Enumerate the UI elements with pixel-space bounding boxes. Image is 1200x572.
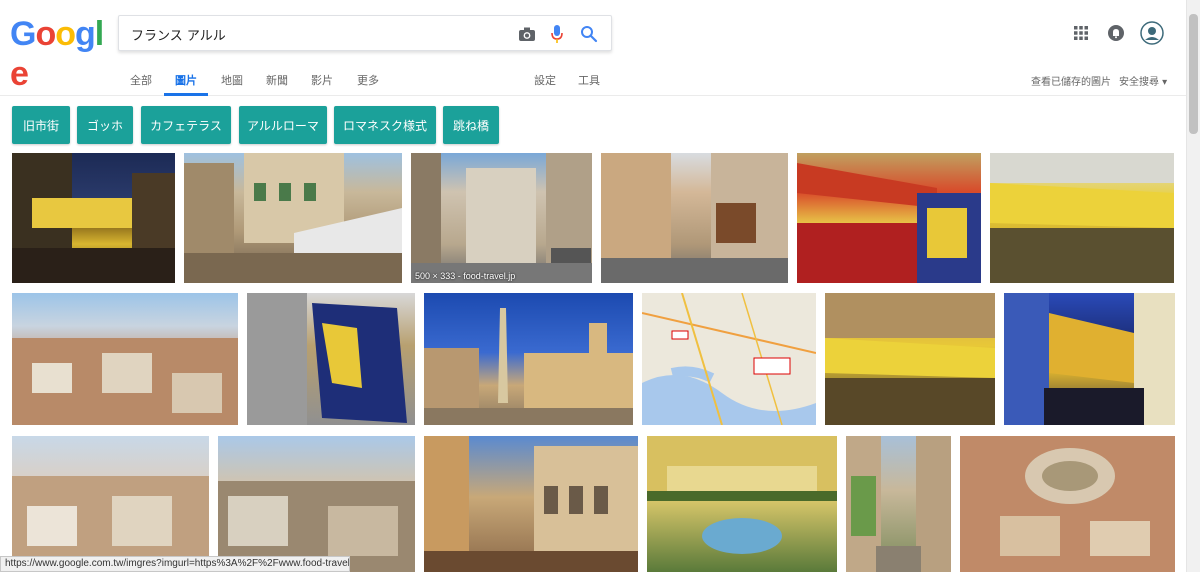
active-tab-indicator	[164, 93, 208, 96]
image-result[interactable]	[647, 436, 837, 572]
image-result[interactable]	[12, 153, 175, 283]
tab-images[interactable]: 圖片	[175, 72, 197, 88]
chip-romanesque[interactable]: ロマネスク様式	[334, 106, 436, 144]
image-result[interactable]	[642, 293, 816, 425]
easel-painting-photo	[247, 293, 407, 425]
page-scrollbar[interactable]	[1186, 0, 1200, 572]
chip-arles-roman[interactable]: アルルローマ	[239, 106, 327, 144]
search-tabs: 全部 圖片 地圖 新聞 影片 更多 設定 工具 查看已儲存的圖片 安全搜尋 ▾	[0, 66, 1200, 96]
tab-tools[interactable]: 工具	[578, 72, 600, 88]
hospital-garden-painting	[647, 436, 837, 554]
image-result[interactable]	[12, 293, 238, 425]
image-result[interactable]	[601, 153, 788, 283]
rooftops-photo	[12, 338, 238, 425]
cafe-night-photo	[12, 153, 175, 283]
search-box	[118, 15, 612, 51]
logo-letter: o	[55, 15, 76, 53]
camera-icon[interactable]	[517, 24, 537, 44]
chip-old-town[interactable]: 旧市街	[12, 106, 70, 144]
image-result[interactable]	[825, 293, 995, 425]
tab-news[interactable]: 新聞	[266, 72, 288, 88]
narrow-lane-photo	[846, 436, 951, 572]
street-photo	[411, 153, 592, 283]
scrollbar-thumb[interactable]	[1189, 14, 1198, 134]
notifications-icon[interactable]	[1105, 22, 1127, 44]
image-result[interactable]	[424, 436, 638, 572]
map-image	[642, 293, 816, 425]
image-result[interactable]	[846, 436, 951, 572]
image-result[interactable]: 500 × 333 - food-travel.jp	[411, 153, 592, 283]
tab-more[interactable]: 更多	[357, 72, 379, 88]
image-result[interactable]	[247, 293, 415, 425]
yellow-cafe-photo	[990, 153, 1174, 283]
tab-videos[interactable]: 影片	[311, 72, 333, 88]
town-aerial-photo	[12, 476, 209, 572]
apps-grid-icon[interactable]	[1070, 22, 1092, 44]
alley-photo	[601, 153, 788, 283]
chip-cafe-terrace[interactable]: カフェテラス	[141, 106, 231, 144]
image-result[interactable]	[218, 436, 415, 572]
image-result[interactable]	[424, 293, 633, 425]
logo-letter: G	[10, 15, 36, 53]
tab-settings[interactable]: 設定	[534, 72, 556, 88]
chip-gogh[interactable]: ゴッホ	[77, 106, 133, 144]
mic-icon[interactable]	[547, 24, 567, 44]
image-result[interactable]	[960, 436, 1175, 572]
tab-all[interactable]: 全部	[130, 72, 152, 88]
cafe-facade-photo	[825, 293, 995, 425]
amphitheatre-aerial-photo	[960, 436, 1175, 572]
safesearch-menu[interactable]: 安全搜尋 ▾	[1119, 73, 1167, 88]
avatar[interactable]	[1139, 20, 1165, 46]
rooftops-view-photo	[218, 481, 415, 572]
tab-maps[interactable]: 地圖	[221, 72, 243, 88]
obelisk-photo	[424, 308, 633, 425]
status-bar-url: https://www.google.com.tw/imgres?imgurl=…	[0, 556, 350, 572]
image-result[interactable]	[990, 153, 1174, 283]
image-result[interactable]	[1004, 293, 1175, 425]
image-result[interactable]	[184, 153, 402, 283]
night-terrace-photo	[1004, 293, 1175, 425]
image-result[interactable]	[797, 153, 981, 283]
search-icon[interactable]	[579, 24, 599, 44]
search-input[interactable]	[131, 23, 511, 45]
logo-letter: o	[35, 15, 56, 53]
square-cafe-photo	[184, 153, 402, 283]
arena-street-photo	[424, 436, 638, 572]
chip-drawbridge[interactable]: 跳ね橋	[443, 106, 499, 144]
image-result[interactable]	[12, 436, 209, 572]
cafe-painting-photo	[797, 163, 981, 283]
saved-images-link[interactable]: 查看已儲存的圖片	[1031, 73, 1111, 88]
google-logo[interactable]: Google	[10, 14, 105, 93]
image-caption: 500 × 333 - food-travel.jp	[415, 271, 516, 281]
logo-letter: l	[94, 15, 105, 53]
logo-letter: g	[75, 15, 96, 53]
header: Google 全部 圖片 地圖 新聞 影片 更多 設定 工具 查看已	[0, 0, 1200, 96]
